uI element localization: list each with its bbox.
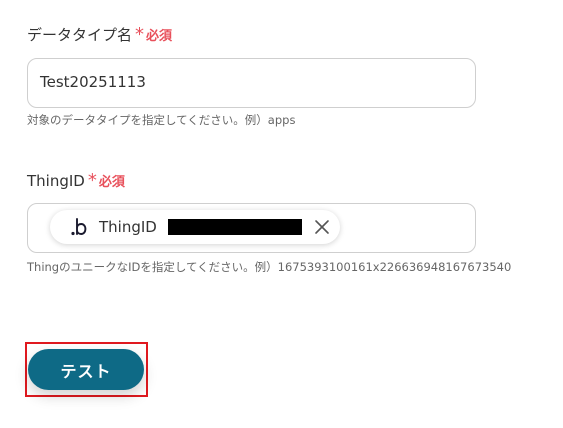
form-panel: データタイプ名 * 必須 Test20251113 対象のデータタイプを指定して… (0, 0, 563, 428)
data-type-name-hint: 対象のデータタイプを指定してください。例）apps (27, 113, 296, 127)
data-type-name-input[interactable]: Test20251113 (27, 58, 476, 108)
field-label-text: ThingID (27, 171, 85, 190)
data-type-name-label: データタイプ名 * 必須 (27, 24, 172, 45)
required-asterisk: * (135, 23, 145, 45)
thing-id-hint: ThingのユニークなIDを指定してください。例）1675393100161x2… (27, 260, 512, 274)
data-type-name-value: Test20251113 (40, 73, 146, 91)
thing-id-input[interactable]: ThingID (27, 203, 476, 253)
test-button[interactable]: テスト (28, 349, 144, 390)
chip-label: ThingID (99, 218, 157, 236)
thing-id-chip[interactable]: ThingID (50, 210, 340, 244)
close-icon[interactable] (314, 219, 330, 235)
b-logo-icon (71, 218, 87, 236)
field-label-text: データタイプ名 (27, 26, 133, 44)
required-text: 必須 (98, 175, 125, 190)
thing-id-label: ThingID * 必須 (27, 171, 125, 190)
required-text: 必須 (146, 29, 173, 44)
redacted-value (168, 219, 302, 235)
required-asterisk: * (87, 169, 97, 191)
